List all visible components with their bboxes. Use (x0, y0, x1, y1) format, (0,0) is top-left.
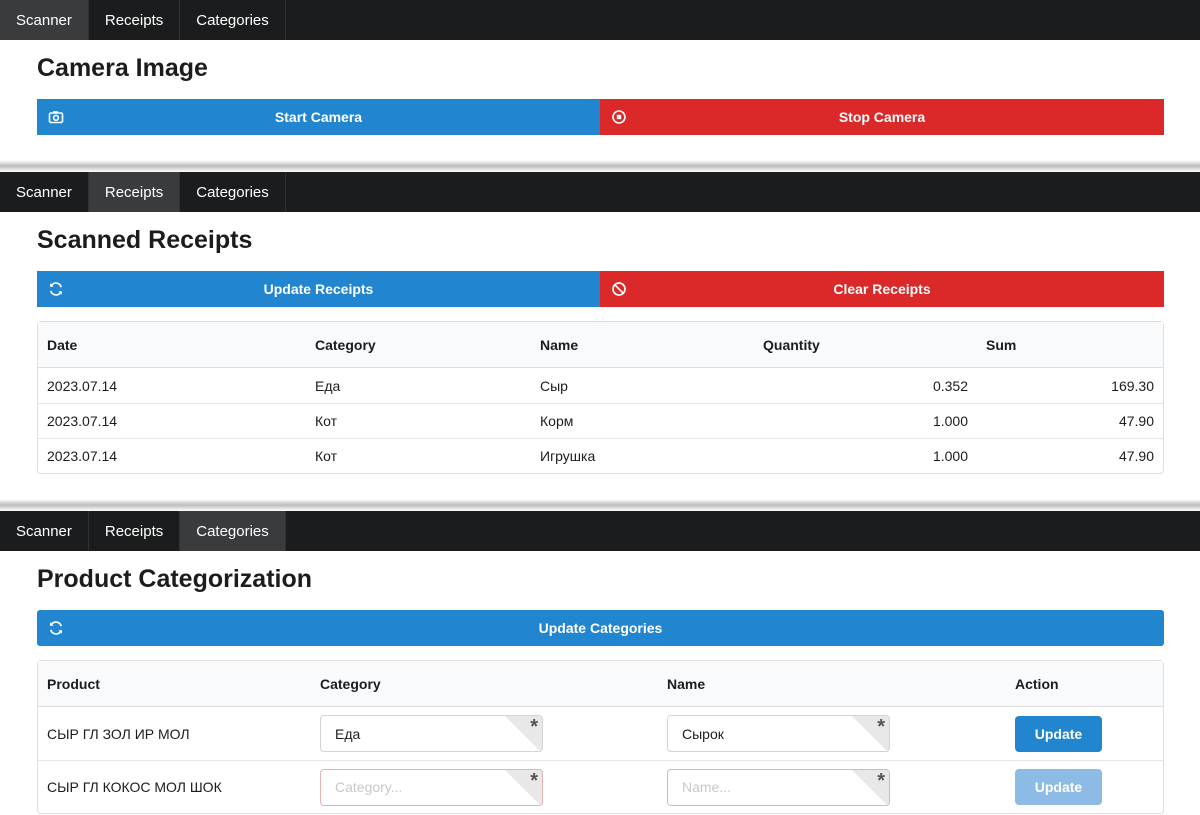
cell-product: СЫР ГЛ ЗОЛ ИР МОЛ (47, 725, 190, 742)
asterisk-icon: * (877, 716, 885, 738)
cell-quantity: 1.000 (754, 438, 977, 473)
start-camera-button[interactable]: Start Camera (37, 99, 600, 135)
cell-category: Кот (306, 403, 531, 438)
cell-category: Еда * (311, 707, 658, 760)
nav-categories[interactable]: Categories (180, 0, 286, 40)
table-row: СЫР ГЛ ЗОЛ ИР МОЛ Еда * Сырок * Update (38, 707, 1163, 760)
cell-sum: 47.90 (977, 403, 1163, 438)
cell-date: 2023.07.14 (38, 438, 306, 473)
column-header-action: Action (1006, 661, 1163, 707)
receipts-panel: Scanner Receipts Categories Scanned Rece… (0, 172, 1200, 499)
clear-receipts-label: Clear Receipts (833, 281, 931, 297)
nav-categories[interactable]: Categories (180, 511, 286, 551)
category-input[interactable]: Еда * (320, 715, 543, 752)
page-title: Product Categorization (37, 565, 313, 593)
column-header-category: Category (306, 322, 531, 368)
category-input-value: Еда (335, 725, 361, 742)
nav-receipts[interactable]: Receipts (88, 172, 181, 212)
table-row: СЫР ГЛ КОКОС МОЛ ШОК Category... * Name.… (38, 760, 1163, 813)
cell-quantity: 1.000 (754, 403, 977, 438)
cell-name: Сырок * (658, 707, 1006, 760)
panel-divider (0, 160, 1200, 172)
refresh-icon (49, 621, 63, 635)
nav-scanner[interactable]: Scanner (0, 0, 89, 40)
name-input[interactable]: Сырок * (667, 715, 890, 752)
name-input-value: Сырок (682, 725, 724, 742)
cell-quantity: 0.352 (932, 377, 968, 394)
column-header-product: Product (38, 661, 311, 707)
camera-icon (48, 111, 64, 124)
update-receipts-button[interactable]: Update Receipts (37, 271, 600, 307)
asterisk-icon: * (877, 769, 885, 792)
update-button[interactable]: Update (1015, 715, 1102, 752)
cell-name: Name... * (658, 760, 1006, 813)
column-header-category: Category (311, 661, 658, 707)
table-row: 2023.07.14 Кот Игрушка 1.000 47.90 (38, 438, 1163, 473)
cell-sum: 169.30 (1111, 377, 1154, 394)
column-header-name: Name (658, 661, 1006, 707)
camera-buttons: Start Camera Stop Camera (37, 99, 1164, 135)
update-categories-label: Update Categories (538, 620, 663, 636)
stop-circle-icon (612, 110, 626, 124)
asterisk-icon: * (530, 769, 538, 792)
navbar: Scanner Receipts Categories (0, 172, 1200, 212)
scanner-panel: Scanner Receipts Categories Camera Image… (0, 0, 1200, 160)
page-title: Camera Image (37, 54, 208, 82)
table-row: 2023.07.14 Еда Сыр 0.352 169.30 (38, 368, 1163, 403)
column-header-name: Name (531, 322, 754, 368)
table-row: 2023.07.14 Кот Корм 1.000 47.90 (38, 403, 1163, 438)
category-input-placeholder: Category... (335, 779, 403, 795)
cell-action: Update (1006, 707, 1163, 760)
cell-sum: 47.90 (977, 438, 1163, 473)
update-receipts-label: Update Receipts (263, 281, 374, 297)
cell-name: Игрушка (531, 438, 754, 473)
column-header-date: Date (38, 322, 306, 368)
cell-category: Кот (306, 438, 531, 473)
nav-categories[interactable]: Categories (180, 172, 286, 212)
receipts-table: Date Category Name Quantity Sum 2023.07.… (37, 321, 1164, 474)
cell-product: СЫР ГЛ КОКОС МОЛ ШОК (38, 760, 311, 813)
stop-camera-label: Stop Camera (838, 109, 926, 125)
category-buttons: Update Categories (37, 610, 1164, 646)
category-input[interactable]: Category... * (320, 768, 543, 806)
navbar: Scanner Receipts Categories (0, 511, 1200, 551)
cell-date: 2023.07.14 (47, 377, 118, 394)
nav-receipts[interactable]: Receipts (89, 511, 181, 551)
categories-panel: Scanner Receipts Categories Product Cate… (0, 511, 1200, 815)
start-camera-label: Start Camera (274, 109, 363, 125)
nav-receipts[interactable]: Receipts (89, 0, 181, 40)
receipt-buttons: Update Receipts Clear Receipts (37, 271, 1164, 307)
ban-icon (612, 282, 626, 296)
column-header-quantity: Quantity (754, 322, 977, 368)
asterisk-icon: * (530, 716, 538, 738)
page-title: Scanned Receipts (37, 226, 253, 254)
panel-divider (0, 499, 1200, 511)
nav-scanner[interactable]: Scanner (0, 511, 89, 551)
navbar: Scanner Receipts Categories (0, 0, 1200, 40)
cell-name: Сыр (540, 377, 568, 394)
cell-category: Category... * (311, 760, 658, 813)
stop-camera-button[interactable]: Stop Camera (600, 99, 1164, 135)
clear-receipts-button[interactable]: Clear Receipts (600, 271, 1164, 307)
table-header-row: Date Category Name Quantity Sum (38, 322, 1163, 368)
table-header-row: Product Category Name Action (38, 661, 1163, 707)
refresh-icon (49, 282, 63, 296)
name-input[interactable]: Name... * (667, 768, 890, 806)
name-input-placeholder: Name... (682, 779, 732, 795)
cell-name: Корм (531, 403, 754, 438)
categories-table: Product Category Name Action СЫР ГЛ ЗОЛ … (37, 660, 1164, 814)
update-button-disabled[interactable]: Update (1015, 769, 1102, 805)
column-header-sum: Sum (977, 322, 1163, 368)
cell-date: 2023.07.14 (38, 403, 306, 438)
cell-category: Еда (315, 377, 341, 394)
nav-scanner[interactable]: Scanner (0, 172, 89, 212)
update-categories-button[interactable]: Update Categories (37, 610, 1164, 646)
cell-action: Update (1006, 760, 1163, 813)
